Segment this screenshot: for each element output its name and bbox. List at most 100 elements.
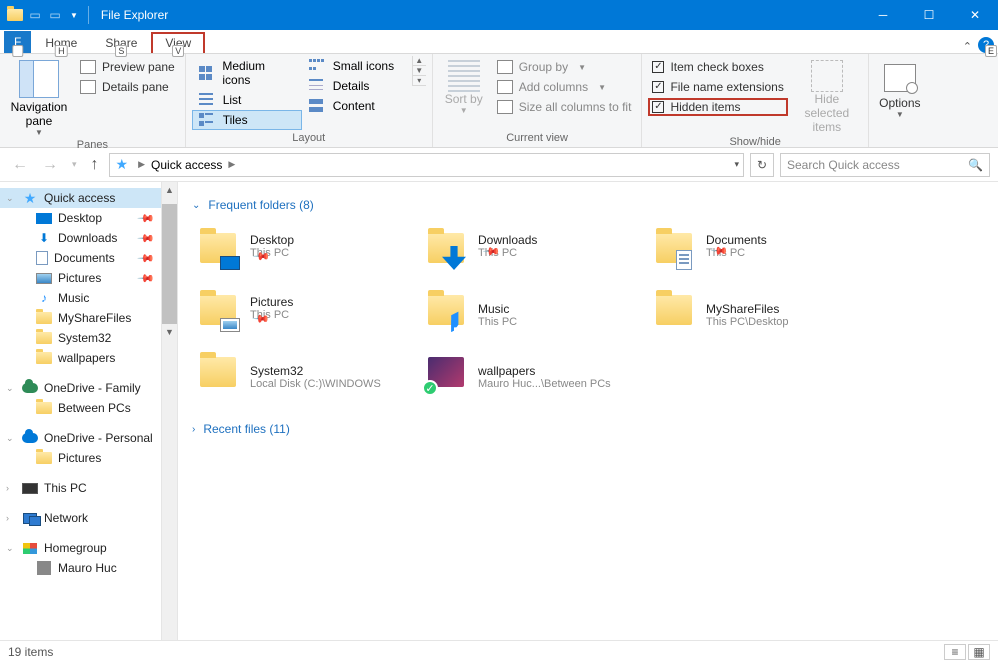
folder-tile[interactable]: System32Local Disk (C:)\WINDOWS	[192, 346, 420, 408]
folder-tile[interactable]: DownloadsThis PC📌	[420, 222, 648, 284]
tree-pictures[interactable]: Pictures📌	[0, 268, 177, 288]
layout-small-icons[interactable]: Small icons	[302, 56, 412, 76]
group-by-icon	[497, 60, 513, 74]
layout-tiles[interactable]: Tiles	[192, 110, 302, 130]
sidebar-scrollbar[interactable]: ▲ ▼	[161, 182, 177, 640]
layout-list[interactable]: List	[192, 90, 302, 110]
folder-tile[interactable]: MusicThis PC	[420, 284, 648, 346]
breadcrumb-item[interactable]: Quick access	[151, 158, 222, 172]
folder-tile[interactable]: DesktopThis PC📌	[192, 222, 420, 284]
collapse-ribbon-icon[interactable]: ⌃	[963, 40, 972, 53]
collapse-icon[interactable]: ⌄	[6, 543, 16, 554]
file-name-extensions-checkbox[interactable]: ✓File name extensions	[648, 78, 787, 96]
qat-properties-icon[interactable]: ▭	[26, 4, 44, 26]
layout-content[interactable]: Content	[302, 96, 412, 116]
tree-onedrive-personal[interactable]: ⌄OneDrive - Personal	[0, 428, 177, 448]
tree-onedrive-family[interactable]: ⌄OneDrive - Family	[0, 378, 177, 398]
folder-tile[interactable]: ✓wallpapersMauro Huc...\Between PCs	[420, 346, 648, 408]
maximize-button[interactable]: ☐	[906, 0, 952, 30]
options-label: Options	[875, 96, 925, 110]
forward-button[interactable]: →	[38, 156, 62, 174]
folder-tile[interactable]: MyShareFilesThis PC\Desktop	[648, 284, 876, 346]
view-large-button[interactable]: ▦	[968, 644, 990, 660]
view-details-button[interactable]: ≡	[944, 644, 966, 660]
back-button[interactable]: ←	[8, 156, 32, 174]
scroll-down-icon[interactable]: ▼	[413, 66, 426, 76]
qat-dropdown-icon[interactable]: ▼	[66, 11, 82, 20]
expand-icon[interactable]: ›	[6, 483, 16, 493]
tree-od-pictures[interactable]: Pictures	[0, 448, 177, 468]
chevron-down-icon: ▼	[439, 106, 489, 115]
tree-homegroup[interactable]: ⌄Homegroup	[0, 538, 177, 558]
add-columns-button[interactable]: Add columns ▼	[493, 78, 636, 96]
scroll-thumb[interactable]	[162, 204, 177, 324]
minimize-button[interactable]: ─	[860, 0, 906, 30]
hide-selected-button[interactable]: Hide selected items	[792, 56, 862, 134]
scroll-up-icon[interactable]: ▲	[413, 56, 426, 66]
folder-tile[interactable]: PicturesThis PC📌	[192, 284, 420, 346]
navigation-tree: ⌄★Quick access Desktop📌 ⬇Downloads📌 Docu…	[0, 182, 178, 640]
collapse-icon[interactable]: ⌄	[6, 193, 16, 204]
chevron-right-icon[interactable]: ▶	[132, 159, 151, 170]
scroll-down-icon[interactable]: ▼	[162, 324, 177, 340]
details-pane-button[interactable]: Details pane	[76, 78, 179, 96]
tab-share[interactable]: ShareS	[91, 32, 151, 53]
details-icon	[309, 79, 325, 93]
refresh-button[interactable]: ↻	[750, 153, 774, 177]
group-by-button[interactable]: Group by ▼	[493, 58, 636, 76]
sort-by-button[interactable]: Sort by ▼	[439, 56, 489, 115]
qat-newfolder-icon[interactable]: ▭	[46, 4, 64, 26]
tree-system32[interactable]: System32	[0, 328, 177, 348]
tab-view[interactable]: ViewV	[151, 32, 205, 53]
keytip: F	[12, 45, 24, 57]
navigation-pane-button[interactable]: Navigation pane ▼	[6, 56, 72, 137]
layout-medium-icons[interactable]: Medium icons	[192, 56, 302, 90]
recent-files-header[interactable]: ›Recent files (11)	[192, 422, 984, 436]
tree-quick-access[interactable]: ⌄★Quick access	[0, 188, 177, 208]
tree-network[interactable]: ›Network	[0, 508, 177, 528]
user-icon	[36, 561, 52, 575]
item-check-boxes-checkbox[interactable]: ✓Item check boxes	[648, 58, 787, 76]
tree-music[interactable]: ♪Music	[0, 288, 177, 308]
tree-mysharefiles[interactable]: MyShareFiles	[0, 308, 177, 328]
tree-wallpapers[interactable]: wallpapers	[0, 348, 177, 368]
add-columns-icon	[497, 80, 513, 94]
search-icon: 🔍	[968, 158, 983, 172]
expand-icon[interactable]: ›	[6, 513, 16, 523]
collapse-icon[interactable]: ⌄	[6, 433, 16, 444]
tree-between-pcs[interactable]: Between PCs	[0, 398, 177, 418]
up-button[interactable]: ↑	[87, 156, 103, 174]
chevron-right-icon[interactable]: ▶	[222, 159, 241, 170]
checkbox-checked-icon: ✓	[652, 101, 664, 113]
folder-tile[interactable]: DocumentsThis PC📌	[648, 222, 876, 284]
tab-home[interactable]: HomeH	[31, 32, 91, 53]
tree-user[interactable]: Mauro Huc	[0, 558, 177, 578]
frequent-folders-header[interactable]: ⌄Frequent folders (8)	[192, 198, 984, 212]
recent-dropdown[interactable]: ▾	[68, 159, 81, 170]
scroll-up-icon[interactable]: ▲	[162, 182, 177, 198]
layout-details[interactable]: Details	[302, 76, 412, 96]
address-bar[interactable]: ★ ▶ Quick access ▶ ▾	[109, 153, 744, 177]
tree-desktop[interactable]: Desktop📌	[0, 208, 177, 228]
expand-icon[interactable]: ▾	[413, 76, 426, 86]
hidden-items-checkbox[interactable]: ✓Hidden items	[648, 98, 787, 116]
folder-location: This PC	[478, 316, 517, 328]
group-show-hide: ✓Item check boxes ✓File name extensions …	[642, 54, 868, 147]
size-columns-button[interactable]: Size all columns to fit	[493, 98, 636, 116]
chevron-down-icon: ▼	[6, 128, 72, 137]
options-button[interactable]: Options ▼	[875, 56, 925, 119]
search-input[interactable]: Search Quick access 🔍	[780, 153, 990, 177]
tree-downloads[interactable]: ⬇Downloads📌	[0, 228, 177, 248]
address-dropdown-icon[interactable]: ▾	[734, 159, 739, 170]
close-button[interactable]: ✕	[952, 0, 998, 30]
tree-documents[interactable]: Documents📌	[0, 248, 177, 268]
explorer-icon	[6, 4, 24, 26]
layout-scroll[interactable]: ▲▼▾	[412, 56, 426, 86]
tab-file[interactable]: FF	[4, 31, 31, 53]
preview-pane-button[interactable]: Preview pane	[76, 58, 179, 76]
tree-this-pc[interactable]: ›This PC	[0, 478, 177, 498]
star-icon: ★	[22, 191, 38, 205]
help-button[interactable]: ?E	[978, 37, 994, 53]
collapse-icon[interactable]: ⌄	[6, 383, 16, 394]
keytip: E	[985, 45, 997, 57]
